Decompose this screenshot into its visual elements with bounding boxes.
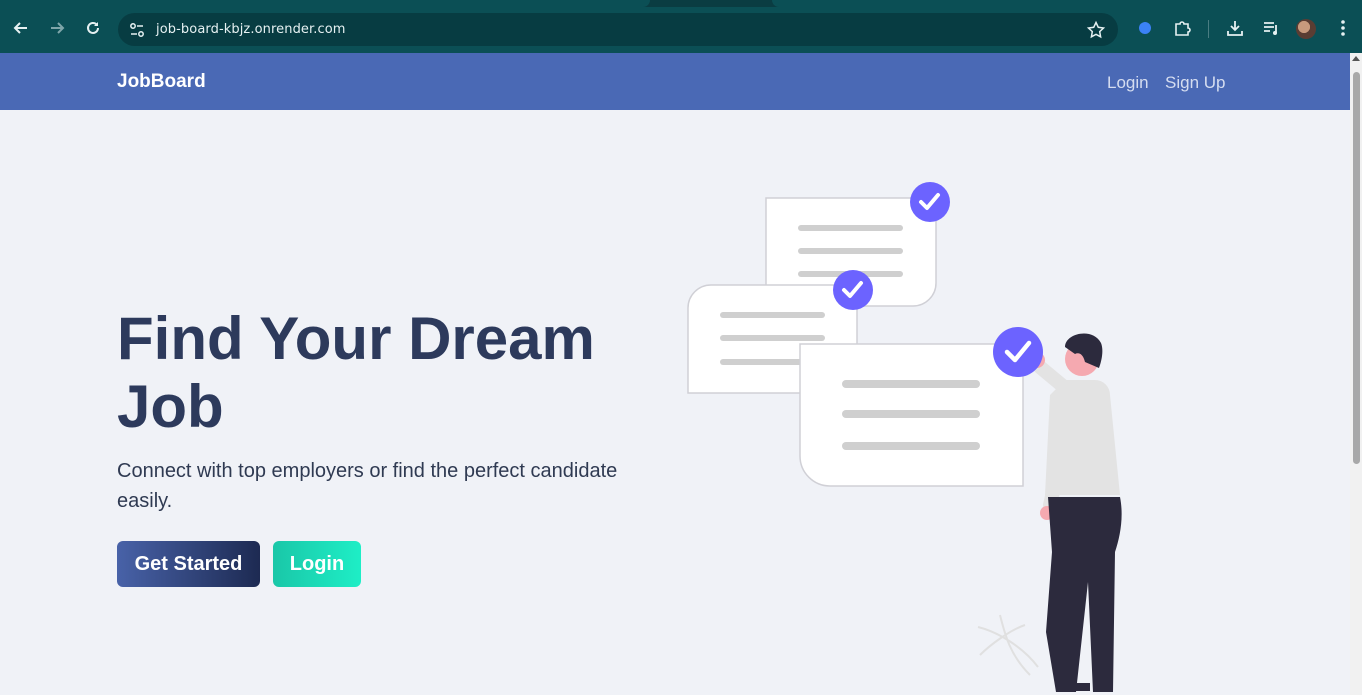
address-bar[interactable]: job-board-kbjz.onrender.com: [118, 13, 1118, 46]
tab-strip: [0, 0, 1362, 7]
blue-dot-icon[interactable]: [1135, 18, 1155, 38]
toolbar-separator: [1208, 20, 1209, 38]
check-badge-icon: [910, 182, 950, 222]
browser-toolbar: job-board-kbjz.onrender.com: [0, 0, 1362, 53]
url-text[interactable]: job-board-kbjz.onrender.com: [156, 22, 346, 37]
scrollbar-thumb[interactable]: [1353, 72, 1360, 464]
star-icon[interactable]: [1086, 20, 1106, 40]
puzzle-icon[interactable]: [1172, 18, 1192, 38]
scroll-up-arrow[interactable]: [1352, 56, 1360, 61]
inactive-tab[interactable]: [772, 0, 1362, 7]
nav-login-link[interactable]: Login: [1107, 73, 1149, 93]
hero-title: Find Your Dream Job: [117, 305, 595, 440]
back-arrow-icon[interactable]: [9, 16, 33, 40]
check-badge-icon: [993, 327, 1043, 377]
avatar[interactable]: [1296, 19, 1316, 39]
reload-icon[interactable]: [81, 16, 105, 40]
media-control-icon[interactable]: [1261, 18, 1281, 38]
site-navbar: JobBoard Login Sign Up: [0, 53, 1350, 110]
check-badge-icon: [833, 270, 873, 310]
hero-subtitle: Connect with top employers or find the p…: [117, 460, 618, 512]
active-tab[interactable]: [0, 0, 650, 7]
download-icon[interactable]: [1225, 18, 1245, 38]
brand-logo[interactable]: JobBoard: [117, 71, 206, 93]
nav-signup-link[interactable]: Sign Up: [1165, 73, 1225, 93]
document-card: [799, 343, 1024, 487]
forward-arrow-icon[interactable]: [45, 16, 69, 40]
kebab-menu-icon[interactable]: [1333, 18, 1353, 38]
hero-illustration: [687, 182, 1122, 692]
get-started-button[interactable]: Get Started: [117, 541, 260, 587]
hero-login-button[interactable]: Login: [273, 541, 361, 587]
site-info-icon[interactable]: [128, 21, 146, 39]
